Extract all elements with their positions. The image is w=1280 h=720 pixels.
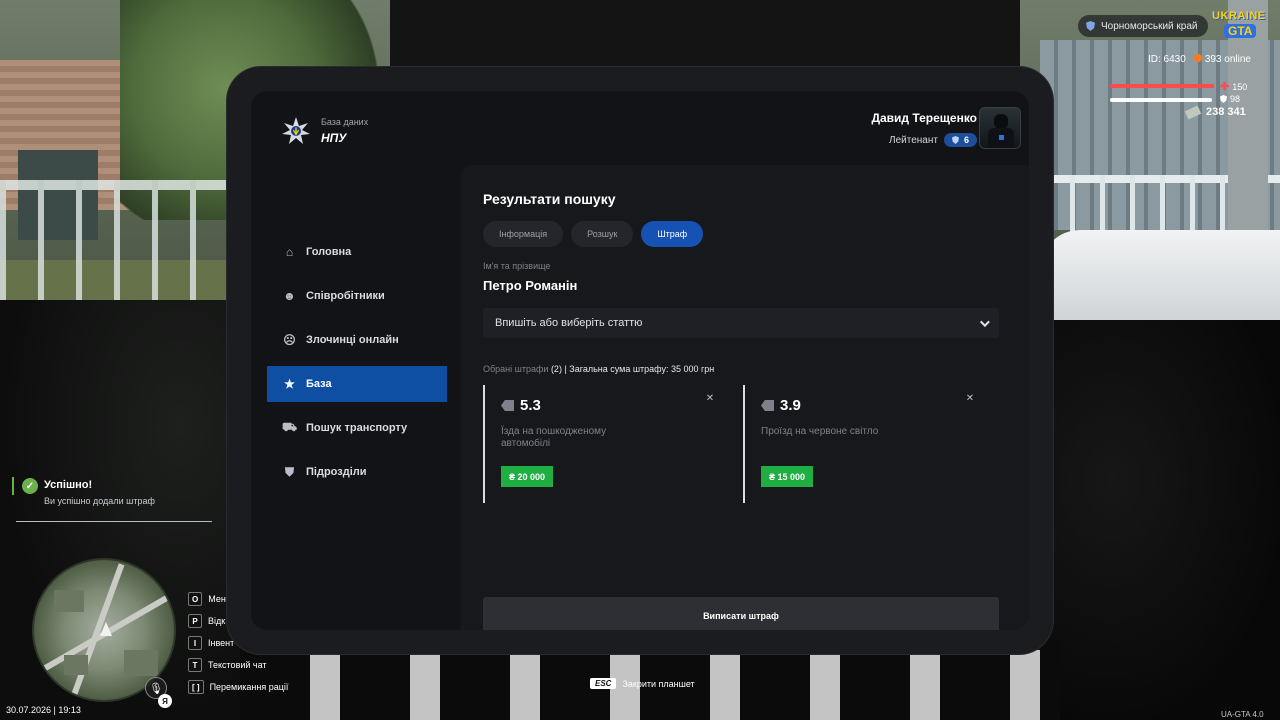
fine-article: 3.9 xyxy=(780,397,801,414)
rank-shield-icon xyxy=(951,136,959,144)
brand-title: НПУ xyxy=(321,131,347,145)
health-bar xyxy=(1110,84,1214,88)
player-stats: ID: 6430 393 online xyxy=(1148,54,1251,65)
fines-summary: Обрані штрафи (2) | Загальна сума штрафу… xyxy=(483,364,715,374)
sidebar-item-label: Підрозділи xyxy=(306,466,367,478)
sidebar-item-database[interactable]: ★ База xyxy=(267,366,447,402)
article-select[interactable]: Впишіть або виберіть статтю xyxy=(483,308,999,338)
health-value: ✚ 150 xyxy=(1220,81,1248,93)
user-rank: Лейтенант 6 xyxy=(871,133,977,147)
issue-fine-button[interactable]: Виписати штраф xyxy=(483,597,999,630)
sidebar-item-label: Пошук транспорту xyxy=(306,422,408,434)
fine-amount: ₴ 15 000 xyxy=(761,466,814,487)
online-count: 393 online xyxy=(1193,54,1251,65)
user-name: Давид Терещенко xyxy=(871,111,977,125)
citizen-name: Петро Романін xyxy=(483,278,578,293)
home-icon: ⌂ xyxy=(285,245,294,259)
tag-icon xyxy=(501,400,514,411)
tab-fine[interactable]: Штраф xyxy=(641,221,704,247)
tab-wanted[interactable]: Розшук xyxy=(571,221,634,247)
tab-information[interactable]: Інформація xyxy=(483,221,564,247)
version-label: UA-GTA 4.0 xyxy=(1221,710,1264,719)
close-tablet-hint: ESC Закрити планшет xyxy=(590,678,695,689)
region-name: Чорноморський край xyxy=(1101,20,1198,32)
name-label: Ім'я та прізвище xyxy=(483,261,551,271)
health-cross-icon: ✚ xyxy=(1220,81,1230,93)
success-notification: ✓ Успішно! Ви успішно додали штраф xyxy=(12,475,212,523)
keybind-row: [ ] Перемикання рації xyxy=(188,676,288,698)
notification-title: Успішно! xyxy=(44,479,93,491)
fine-amount: ₴ 20 000 xyxy=(501,466,554,487)
sidebar-item-label: База xyxy=(306,378,332,390)
tag-icon xyxy=(761,400,774,411)
game-logo: UKRAINE GTA xyxy=(1212,10,1266,38)
fine-card: 5.3 Їзда на пошкодженому автомобілі ₴ 20… xyxy=(483,385,725,503)
armor-shield-icon xyxy=(1220,95,1227,103)
sidebar-item-units[interactable]: ⛊ Підрозділи xyxy=(267,454,447,490)
avatar xyxy=(979,107,1021,149)
player-id: ID: 6430 xyxy=(1148,54,1186,65)
rank-badge: 6 xyxy=(943,133,977,147)
users-icon: ☻ xyxy=(283,289,296,303)
player-arrow-icon xyxy=(100,622,112,636)
keybind-row: T Текстовий чат xyxy=(188,654,288,676)
brand-subtitle: База даних xyxy=(321,117,369,127)
sidebar-item-home[interactable]: ⌂ Головна xyxy=(267,234,447,270)
remove-fine-close-icon[interactable]: ✕ xyxy=(703,391,717,405)
online-dot-icon xyxy=(1193,54,1202,62)
esc-key: ESC xyxy=(590,678,617,689)
armor-value: 98 xyxy=(1220,94,1240,104)
money-display: 238 341 xyxy=(1184,104,1246,120)
result-tabs: Інформація Розшук Штраф xyxy=(483,221,704,247)
fine-card: 3.9 Проїзд на червоне світло ₴ 15 000 ✕ xyxy=(743,385,985,503)
selected-fines: 5.3 Їзда на пошкодженому автомобілі ₴ 20… xyxy=(483,385,985,503)
check-icon: ✓ xyxy=(22,478,38,494)
page-title: Результати пошуку xyxy=(483,191,616,207)
sidebar-item-label: Злочинці онлайн xyxy=(306,334,399,346)
criminal-icon: ☹ xyxy=(283,333,296,347)
mic-key: Я xyxy=(158,694,172,708)
fine-article: 5.3 xyxy=(520,397,541,414)
armor-bar xyxy=(1110,98,1212,102)
brand: База даних НПУ xyxy=(281,116,368,146)
sidebar-nav: ⌂ Головна ☻ Співробітники ☹ Злочинці онл… xyxy=(267,234,447,498)
sidebar-item-employees[interactable]: ☻ Співробітники xyxy=(267,278,447,314)
fine-description: Проїзд на червоне світло xyxy=(761,426,879,437)
region-badge: Чорноморський край xyxy=(1078,15,1208,37)
scene-fence xyxy=(0,180,260,300)
sidebar-item-label: Головна xyxy=(306,246,352,258)
shield-icon: ⛊ xyxy=(284,464,294,479)
sidebar-item-label: Співробітники xyxy=(306,290,385,302)
police-emblem-icon xyxy=(282,117,310,144)
chevron-down-icon xyxy=(979,316,990,327)
article-select-placeholder: Впишіть або виберіть статтю xyxy=(495,317,643,329)
tablet-screen: База даних НПУ Давид Терещенко Лейтенант… xyxy=(251,91,1029,630)
police-tablet: База даних НПУ Давид Терещенко Лейтенант… xyxy=(227,67,1053,654)
money-icon xyxy=(1184,104,1202,120)
notification-text: Ви успішно додали штраф xyxy=(44,496,155,506)
car-icon: ⛟ xyxy=(281,420,298,434)
search-results-panel: Результати пошуку Інформація Розшук Штра… xyxy=(461,165,1029,630)
sidebar-item-vehicle-search[interactable]: ⛟ Пошук транспорту xyxy=(267,410,447,446)
remove-fine-close-icon[interactable]: ✕ xyxy=(963,391,977,405)
region-shield-icon xyxy=(1086,21,1095,31)
sidebar-item-criminals-online[interactable]: ☹ Злочинці онлайн xyxy=(267,322,447,358)
star-icon: ★ xyxy=(284,377,295,391)
user-profile: Давид Терещенко Лейтенант 6 xyxy=(871,111,977,147)
date-time: 30.07.2026 | 19:13 xyxy=(6,705,81,715)
fine-description: Їзда на пошкодженому автомобілі xyxy=(501,426,607,449)
